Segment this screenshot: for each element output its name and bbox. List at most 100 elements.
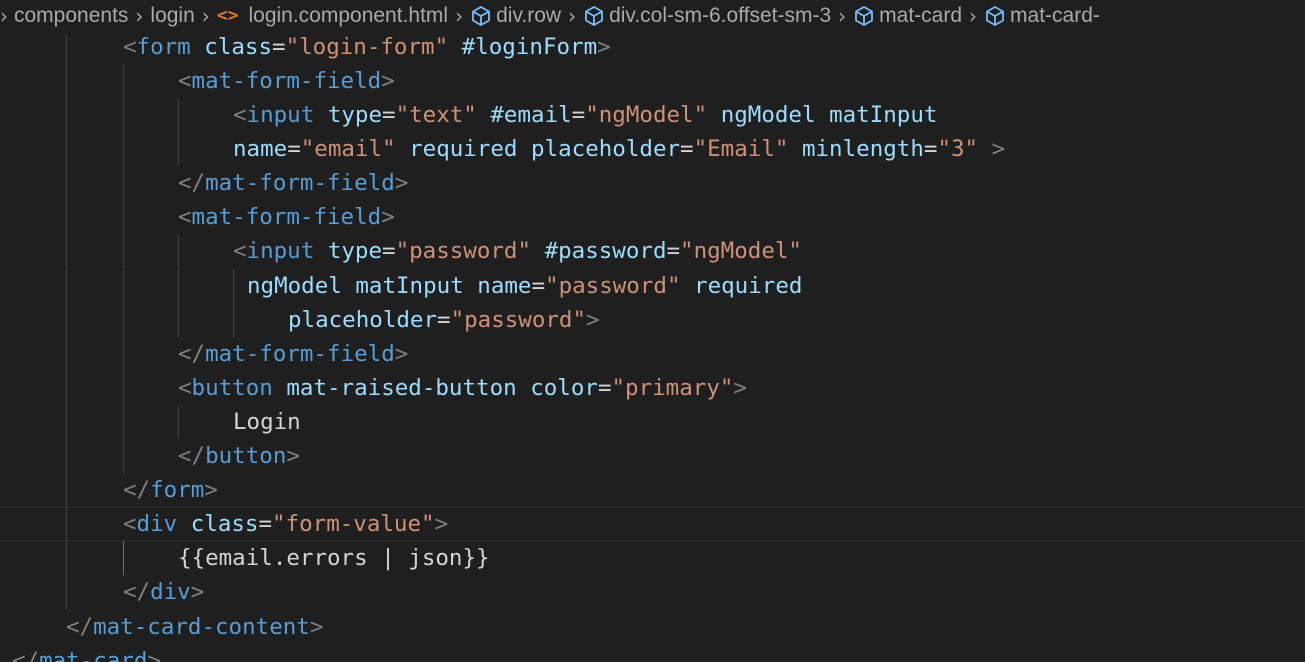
indent-guide bbox=[66, 166, 67, 200]
code-line[interactable]: <input type="password" #password="ngMode… bbox=[0, 234, 1305, 268]
code-token: "password" bbox=[450, 307, 587, 333]
code-token: </ bbox=[178, 341, 206, 367]
breadcrumb-item[interactable]: components bbox=[14, 0, 128, 32]
code-line[interactable]: <div class="form-value"> bbox=[0, 507, 1305, 541]
breadcrumb-separator-icon: › bbox=[201, 4, 210, 28]
code-token: required bbox=[409, 136, 518, 162]
indent-guide bbox=[123, 269, 124, 303]
code-token: #loginForm bbox=[461, 34, 598, 60]
code-line[interactable]: </div> bbox=[0, 575, 1305, 609]
code-token: mat-form-field bbox=[205, 170, 395, 196]
code-line[interactable]: </form> bbox=[0, 473, 1305, 507]
code-text: <form class="login-form" #loginForm> bbox=[123, 34, 611, 64]
code-token: < bbox=[233, 102, 247, 128]
code-token: type bbox=[327, 102, 383, 128]
code-token: placeholder bbox=[531, 136, 681, 162]
code-token: button bbox=[205, 443, 287, 469]
indent-guide bbox=[178, 405, 179, 439]
cube-icon bbox=[583, 0, 605, 27]
code-token: > bbox=[204, 477, 218, 503]
code-token: > bbox=[381, 68, 395, 94]
code-line[interactable]: <mat-form-field> bbox=[0, 64, 1305, 98]
code-token: > bbox=[597, 34, 611, 60]
code-token: input bbox=[246, 238, 315, 264]
breadcrumb-item[interactable]: <> login.component.html bbox=[217, 0, 448, 32]
code-text: <mat-form-field> bbox=[178, 200, 395, 234]
code-token: mat-raised-button bbox=[286, 375, 517, 401]
code-token: < bbox=[178, 204, 192, 230]
indent-guide bbox=[66, 34, 67, 64]
code-token: = bbox=[666, 238, 681, 264]
breadcrumb-item[interactable]: login bbox=[150, 0, 194, 32]
code-line[interactable]: </mat-form-field> bbox=[0, 166, 1305, 200]
breadcrumb-item[interactable]: div.col-sm-6.offset-sm-3 bbox=[583, 0, 831, 32]
indent-guide bbox=[178, 132, 179, 166]
code-token: "password" bbox=[395, 238, 532, 264]
breadcrumb-item[interactable]: mat-card bbox=[853, 0, 962, 32]
code-text: </div> bbox=[123, 575, 204, 609]
breadcrumb-label: login bbox=[150, 4, 195, 27]
breadcrumb-item[interactable]: div.row bbox=[470, 0, 561, 32]
breadcrumb-item[interactable]: mat-card- bbox=[984, 0, 1100, 32]
code-token: </ bbox=[178, 170, 206, 196]
code-line[interactable]: <input type="text" #email="ngModel" ngMo… bbox=[0, 98, 1305, 132]
code-line[interactable]: <button mat-raised-button color="primary… bbox=[0, 371, 1305, 405]
breadcrumb-separator-icon: › bbox=[455, 4, 464, 28]
indent-guide bbox=[233, 303, 234, 337]
code-token: type bbox=[327, 238, 383, 264]
breadcrumb-label: mat-card- bbox=[1010, 4, 1100, 27]
indent-guide bbox=[66, 541, 67, 575]
code-token: = bbox=[258, 511, 273, 537]
breadcrumb-label: div.row bbox=[496, 4, 562, 27]
code-line[interactable]: {{email.errors | json}} bbox=[0, 541, 1305, 575]
indent-guide bbox=[123, 234, 124, 268]
code-text: <input type="password" #password="ngMode… bbox=[233, 234, 802, 268]
code-line[interactable]: name="email" required placeholder="Email… bbox=[0, 132, 1305, 166]
indent-guide bbox=[123, 303, 124, 337]
code-line[interactable]: ngModel matInput name="password" require… bbox=[0, 269, 1305, 303]
breadcrumb: › components › login › <> login.component.html… bbox=[0, 0, 1305, 34]
code-token: class bbox=[190, 511, 259, 537]
code-token: placeholder bbox=[288, 307, 438, 333]
code-line[interactable]: Login bbox=[0, 405, 1305, 439]
code-token: > bbox=[286, 443, 300, 469]
indent-guide bbox=[178, 303, 179, 337]
code-line[interactable]: <form class="login-form" #loginForm> bbox=[0, 34, 1305, 64]
indent-guide bbox=[123, 405, 124, 439]
code-line[interactable]: </mat-form-field> bbox=[0, 337, 1305, 371]
code-token: form bbox=[136, 34, 191, 60]
code-token: matInput bbox=[829, 102, 938, 128]
code-editor[interactable]: <form class="login-form" #loginForm> <mat… bbox=[0, 34, 1305, 662]
code-line[interactable]: </button> bbox=[0, 439, 1305, 473]
code-line[interactable]: </mat-card> bbox=[0, 644, 1305, 662]
breadcrumb-label: login.component.html bbox=[248, 4, 449, 27]
code-token: "3" bbox=[937, 136, 979, 162]
indent-guide bbox=[66, 64, 67, 98]
code-token: minlength bbox=[801, 136, 924, 162]
code-text: {{email.errors | json}} bbox=[178, 541, 490, 575]
code-token: = bbox=[382, 102, 396, 128]
code-line[interactable]: placeholder="password"> bbox=[0, 303, 1305, 337]
code-line[interactable]: <mat-form-field> bbox=[0, 200, 1305, 234]
code-text: <button mat-raised-button color="primary… bbox=[178, 371, 747, 405]
code-text: </mat-form-field> bbox=[178, 337, 408, 371]
code-token: mat-form-field bbox=[205, 341, 395, 367]
code-token: ngModel bbox=[720, 102, 816, 128]
code-token: class bbox=[204, 34, 273, 60]
code-token: required bbox=[694, 273, 803, 299]
code-line[interactable]: </mat-card-content> bbox=[0, 610, 1305, 644]
code-text: </form> bbox=[123, 473, 218, 507]
indent-guide bbox=[66, 269, 67, 303]
indent-guide bbox=[66, 507, 67, 541]
breadcrumb-separator-icon: › bbox=[0, 4, 8, 28]
indent-guide bbox=[66, 439, 67, 473]
